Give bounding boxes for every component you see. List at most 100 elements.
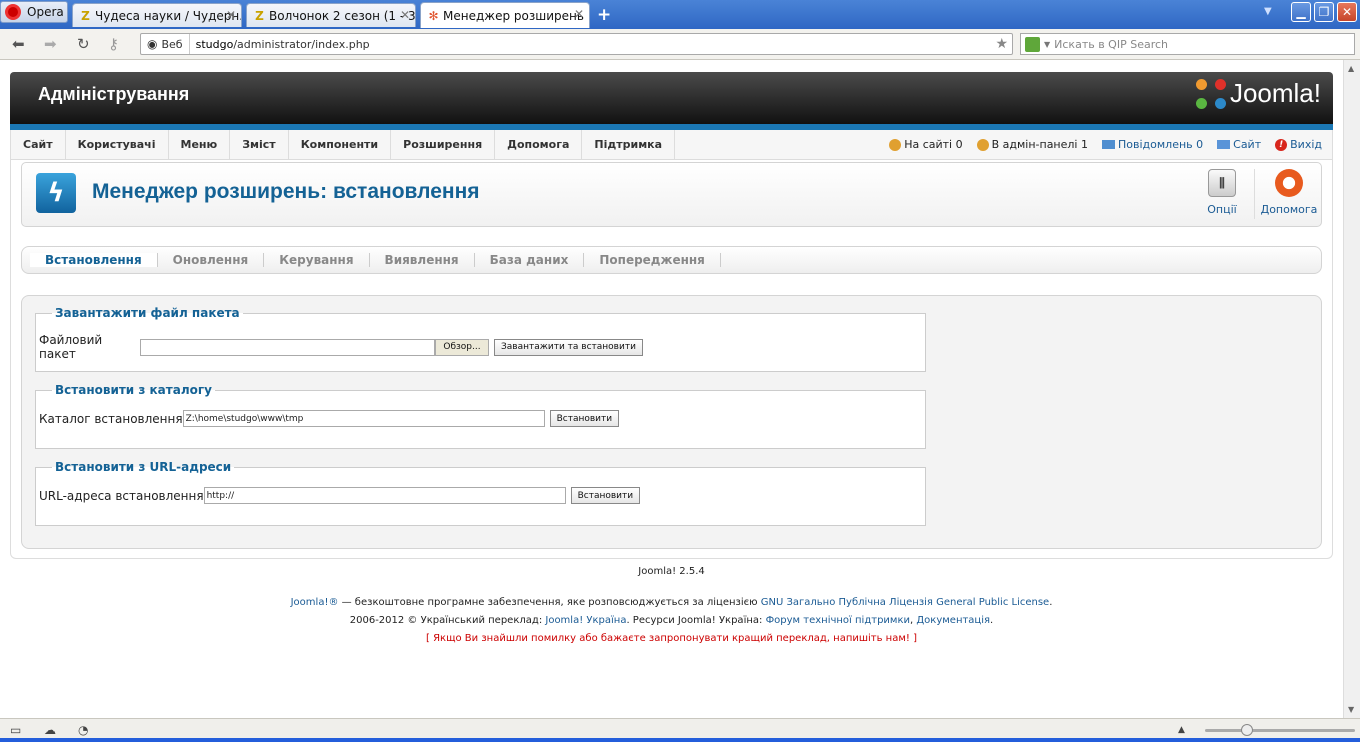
tab-close-icon[interactable]: ✕ (226, 8, 236, 22)
address-bar[interactable]: ◉ Веб studgo/administrator/index.php ★ (140, 33, 1013, 55)
submenu-tabs: Встановлення Оновлення Керування Виявлен… (21, 246, 1322, 274)
upload-install-button[interactable]: Завантажити та встановити (494, 338, 643, 356)
view-site-link[interactable]: Сайт (1217, 138, 1261, 151)
menu-item-users[interactable]: Користувачі (66, 130, 169, 159)
package-file-input[interactable] (140, 338, 435, 356)
tab-discover[interactable]: Виявлення (370, 253, 475, 267)
bookmark-star-icon[interactable]: ★ (995, 36, 1008, 52)
menu-item-support[interactable]: Підтримка (582, 130, 676, 159)
opera-menu-button[interactable]: Opera (0, 1, 68, 23)
browser-tab-active[interactable]: ✻ Менеджер розширень ... ✕ (420, 2, 590, 28)
upload-row: Файловий пакет Обзор... Завантажити та в… (39, 333, 643, 361)
search-input[interactable]: ▼ Искать в QIP Search (1020, 33, 1355, 55)
close-window-button[interactable]: ✕ (1337, 2, 1357, 22)
tab-database[interactable]: База даних (475, 253, 585, 267)
cloud-icon[interactable]: ☁ (44, 723, 56, 737)
minimize-button[interactable]: ▁ (1291, 2, 1311, 22)
support-forum-link[interactable]: Форум технічної підтримки (766, 615, 910, 626)
help-button[interactable]: Допомога (1259, 169, 1319, 216)
tab-update[interactable]: Оновлення (158, 253, 265, 267)
tab-label: Волчонок 2 сезон (1 - 3 ... (269, 8, 416, 23)
tab-manage[interactable]: Керування (264, 253, 370, 267)
globe-icon: ◉ (147, 37, 158, 51)
admin-menubar: Сайт Користувачі Меню Зміст Компоненти Р… (10, 130, 1333, 160)
opera-label: Opera (27, 5, 64, 19)
tab-install[interactable]: Встановлення (30, 253, 158, 267)
joomla-ukraine-link[interactable]: Joomla! Україна (545, 615, 626, 626)
install-content: Завантажити файл пакета Файловий пакет О… (21, 295, 1322, 549)
install-url-button[interactable]: Встановити (570, 487, 641, 504)
options-label: Опції (1207, 203, 1237, 216)
qip-search-icon (1025, 36, 1040, 52)
help-label: Допомога (1260, 203, 1318, 216)
footer-license-line: Joomla!® — безкоштовне програмне забезпе… (0, 597, 1343, 608)
address-mode[interactable]: ◉ Веб (141, 34, 190, 54)
toolbar-separator (1254, 169, 1255, 219)
logout-label: Вихід (1290, 138, 1322, 151)
menu-item-components[interactable]: Компоненти (289, 130, 392, 159)
address-mode-label: Веб (161, 37, 183, 51)
joomla-link[interactable]: Joomla!® (291, 597, 339, 608)
opera-logo-icon (5, 4, 21, 20)
page-toolbar: ϟ Менеджер розширень: встановлення ⫼ Опц… (21, 162, 1322, 227)
search-engine-dropdown-icon[interactable]: ▼ (1044, 40, 1050, 49)
url-host: studgo (195, 37, 234, 51)
install-folder-input[interactable]: Z:\home\studgo\www\tmp (182, 410, 545, 427)
footer-resources-text: . Ресурси Joomla! Україна: (626, 615, 766, 626)
url-text[interactable]: studgo/administrator/index.php (190, 38, 370, 51)
status-on-site: На сайті 0 (889, 138, 963, 151)
tab-close-icon[interactable]: ✕ (574, 7, 584, 21)
tab-warnings[interactable]: Попередження (584, 253, 721, 267)
os-taskbar (0, 738, 1360, 742)
footer-translation-text: 2006-2012 © Український переклад: (349, 615, 546, 626)
browse-button[interactable]: Обзор... (435, 338, 489, 356)
menu-item-extensions[interactable]: Розширення (391, 130, 496, 159)
url-row: URL-адреса встановлення http:// Встанови… (39, 487, 641, 504)
restore-button[interactable]: ❐ (1314, 2, 1334, 22)
tab-list-chevron-icon[interactable]: ▼ (1264, 6, 1272, 17)
scroll-up-icon[interactable]: ▲ (1348, 64, 1354, 73)
view-site-label: Сайт (1233, 138, 1262, 151)
menu-item-content[interactable]: Зміст (230, 130, 289, 159)
messages-link[interactable]: Повідомлень 0 (1101, 138, 1203, 151)
joomla-version: Joomla! 2.5.4 (638, 566, 705, 577)
panel-toggle-icon[interactable]: ▭ (10, 723, 21, 737)
menu-item-help[interactable]: Допомога (495, 130, 583, 159)
scroll-down-icon[interactable]: ▼ (1348, 705, 1354, 714)
options-icon: ⫼ (1208, 169, 1236, 197)
new-tab-button[interactable]: + (597, 5, 611, 25)
zoom-slider[interactable] (1205, 724, 1355, 736)
browser-tab[interactable]: Z Чудеса науки / Чудерн... ✕ (72, 3, 242, 27)
joomla-logo-text: Joomla! (1229, 78, 1321, 108)
zoom-slider-knob[interactable] (1241, 724, 1253, 736)
translation-feedback-link[interactable]: [ Якщо Ви знайшли помилку або бажаєте за… (0, 633, 1343, 644)
documentation-link[interactable]: Документація (916, 615, 990, 626)
reload-icon[interactable]: ↻ (77, 35, 90, 53)
site-icon (1217, 140, 1231, 149)
install-url-input[interactable]: http:// (203, 487, 566, 504)
tab-favicon-icon: Z (81, 8, 90, 23)
admin-title: Адміністрування (38, 84, 190, 104)
logout-link[interactable]: ! Вихід (1275, 138, 1322, 151)
tab-close-icon[interactable]: ✕ (400, 8, 410, 22)
options-button[interactable]: ⫼ Опції (1192, 169, 1252, 216)
install-folder-button[interactable]: Встановити (549, 410, 620, 427)
status-in-admin: В адмін-панелі 1 (976, 138, 1088, 151)
tab-label: Чудеса науки / Чудерн... (95, 8, 242, 23)
browser-tab[interactable]: Z Волчонок 2 сезон (1 - 3 ... ✕ (246, 3, 416, 27)
status-bar: На сайті 0 В адмін-панелі 1 Повідомлень … (889, 130, 1322, 159)
key-icon[interactable]: ⚷ (108, 35, 119, 53)
folder-row: Каталог встановлення Z:\home\studgo\www\… (39, 410, 620, 427)
footer-translation-line: 2006-2012 © Український переклад: Joomla… (0, 615, 1343, 626)
vertical-scrollbar[interactable]: ▲ ▼ (1343, 60, 1360, 718)
install-url-label: URL-адреса встановлення (39, 488, 204, 503)
menu-item-site[interactable]: Сайт (11, 130, 66, 159)
speed-dial-icon[interactable]: ◔ (78, 723, 88, 737)
gpl-license-link[interactable]: GNU Загально Публічна Ліцензія General P… (761, 597, 1049, 608)
zoom-up-icon[interactable]: ▲ (1178, 725, 1185, 735)
menu-item-menus[interactable]: Меню (169, 130, 231, 159)
browser-toolbar: ⬅ ➡ ↻ ⚷ ◉ Веб studgo/administrator/index… (0, 29, 1360, 60)
footer-period: . (990, 615, 994, 626)
back-icon[interactable]: ⬅ (12, 35, 25, 53)
forward-icon[interactable]: ➡ (44, 35, 57, 53)
